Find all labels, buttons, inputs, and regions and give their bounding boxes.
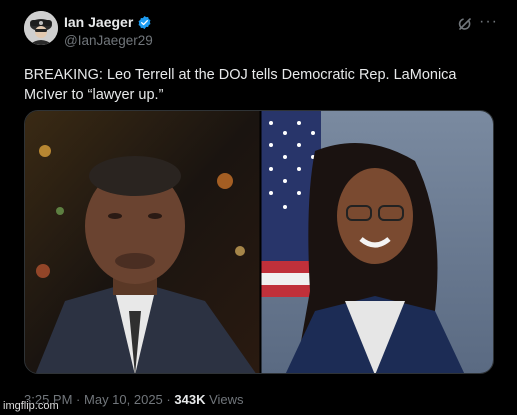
grok-icon[interactable] xyxy=(457,16,473,32)
tweet-text: BREAKING: Leo Terrell at the DOJ tells D… xyxy=(24,67,457,103)
verified-badge-icon xyxy=(137,15,152,30)
author-avatar[interactable] xyxy=(24,11,58,45)
media-photo xyxy=(25,111,493,373)
tweet-date[interactable]: May 10, 2025 xyxy=(84,392,163,407)
watermark: imgflip.com xyxy=(3,400,59,412)
avatar-icon xyxy=(24,11,58,45)
tweet-media[interactable] xyxy=(24,110,494,374)
author-handle[interactable]: @IanJaeger29 xyxy=(64,33,153,48)
meta-separator: · xyxy=(166,392,171,407)
tweet-page: Ian Jaeger @IanJaeger29 ··· BREAKING: Le… xyxy=(0,0,517,415)
views-count: 343K xyxy=(174,392,206,407)
views-label: Views xyxy=(209,392,244,407)
more-icon[interactable]: ··· xyxy=(479,14,498,30)
author-display-name[interactable]: Ian Jaeger xyxy=(64,14,133,30)
author-name-row: Ian Jaeger xyxy=(64,14,152,30)
meta-separator: · xyxy=(76,392,81,407)
